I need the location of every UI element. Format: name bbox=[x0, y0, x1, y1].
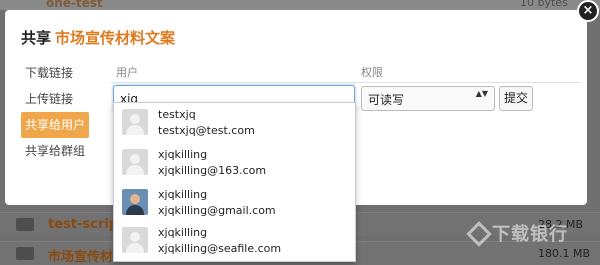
suggestion-name: xjqkilling bbox=[158, 148, 208, 161]
suggestion-name: xjqkilling bbox=[158, 226, 208, 239]
submit-button[interactable]: 提交 bbox=[499, 86, 533, 111]
suggestion-name: xjqkilling bbox=[158, 188, 208, 201]
suggestion-name: testxjq bbox=[158, 108, 196, 121]
dialog-title-prefix: 共享 bbox=[21, 29, 52, 47]
suggestion-email: testxjq@test.com bbox=[158, 124, 255, 137]
background-file-size: 180.1 MB bbox=[538, 247, 591, 260]
select-arrow-icon: ▲▼ bbox=[475, 89, 488, 98]
suggestion-email: xjqkilling@gmail.com bbox=[158, 204, 276, 217]
suggestion-email: xjqkilling@seafile.com bbox=[158, 242, 282, 255]
share-nav: 下载链接 上传链接 共享给用户 共享给群组 bbox=[21, 60, 89, 164]
permission-selected-value: 可读写 bbox=[368, 93, 405, 107]
suggestion-item[interactable]: xjqkilling xjqkilling@gmail.com bbox=[114, 184, 355, 222]
suggestion-item[interactable]: testxjq testxjq@test.com bbox=[114, 104, 355, 142]
header-divider bbox=[111, 82, 581, 83]
suggestion-item[interactable]: xjqkilling xjqkilling@163.com bbox=[114, 144, 355, 182]
nav-download-link[interactable]: 下载链接 bbox=[21, 60, 89, 86]
column-header-user: 用户 bbox=[116, 66, 138, 79]
watermark-logo-icon bbox=[466, 221, 492, 247]
nav-upload-link[interactable]: 上传链接 bbox=[21, 86, 89, 112]
nav-share-to-user[interactable]: 共享给用户 bbox=[21, 112, 89, 138]
user-avatar-icon bbox=[122, 109, 148, 135]
suggestion-email: xjqkilling@163.com bbox=[158, 164, 267, 177]
dialog-title: 共享 市场宣传材料文案 bbox=[21, 27, 175, 48]
shared-item-name: 市场宣传材料文案 bbox=[55, 29, 176, 47]
user-avatar-icon bbox=[122, 227, 148, 253]
user-photo-avatar-icon bbox=[122, 189, 148, 215]
close-icon[interactable]: × bbox=[577, 0, 599, 22]
nav-share-to-group[interactable]: 共享给群组 bbox=[21, 138, 89, 164]
background-top-row: one-test 10 bytes bbox=[0, 0, 600, 10]
folder-icon bbox=[16, 247, 34, 260]
background-file-name: one-test bbox=[46, 0, 103, 10]
watermark-text: 下载银行 bbox=[492, 224, 568, 245]
permission-select[interactable]: 可读写 ▲▼ bbox=[361, 86, 495, 111]
suggestion-item[interactable]: xjqkilling xjqkilling@seafile.com bbox=[114, 222, 355, 260]
column-header-permission: 权限 bbox=[361, 66, 383, 79]
watermark: 下载银行 bbox=[466, 220, 568, 247]
background-file-size: 10 bytes bbox=[520, 0, 568, 9]
user-avatar-icon bbox=[122, 149, 148, 175]
user-suggestion-dropdown: testxjq testxjq@test.com xjqkilling xjqk… bbox=[113, 102, 356, 262]
folder-icon bbox=[16, 218, 34, 231]
